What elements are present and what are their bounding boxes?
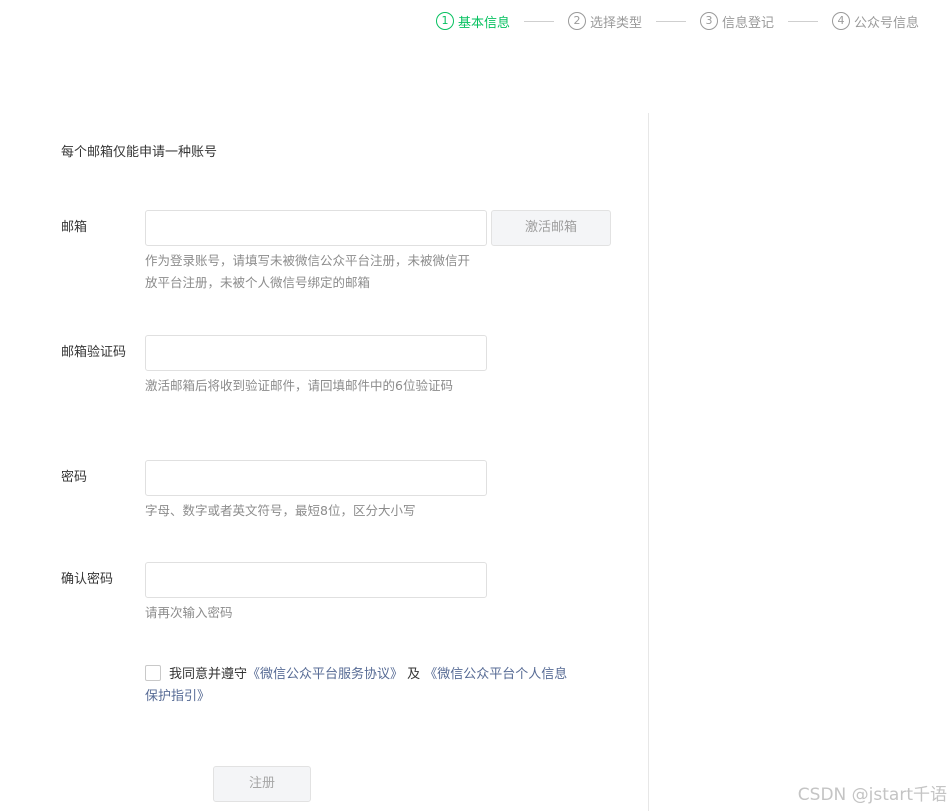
email-label: 邮箱 bbox=[61, 220, 88, 235]
step-label: 公众号信息 bbox=[854, 15, 920, 31]
verification-code-input[interactable] bbox=[145, 335, 487, 371]
register-button[interactable]: 注册 bbox=[213, 766, 311, 802]
step-number: 3 bbox=[700, 12, 719, 30]
step-basic-info: 1 基本信息 bbox=[436, 12, 510, 31]
password-label: 密码 bbox=[61, 470, 88, 485]
agreement-and: 及 bbox=[403, 667, 425, 682]
step-account-info: 4 公众号信息 bbox=[832, 12, 919, 31]
step-select-type: 2 选择类型 bbox=[568, 12, 642, 31]
activate-email-button[interactable]: 激活邮箱 bbox=[491, 210, 611, 246]
step-number: 4 bbox=[832, 12, 851, 30]
email-hint: 作为登录账号，请填写未被微信公众平台注册，未被微信开放平台注册，未被个人微信号绑… bbox=[145, 253, 471, 290]
step-connector bbox=[524, 20, 555, 22]
email-input[interactable] bbox=[145, 210, 487, 246]
confirm-password-label: 确认密码 bbox=[61, 572, 114, 587]
confirm-password-input[interactable] bbox=[145, 562, 487, 598]
agreement-checkbox[interactable] bbox=[145, 665, 161, 681]
step-info-register: 3 信息登记 bbox=[700, 12, 774, 31]
step-indicator: 1 基本信息 2 选择类型 3 信息登记 4 公众号信息 bbox=[436, 10, 919, 32]
step-number: 1 bbox=[436, 12, 454, 30]
code-label: 邮箱验证码 bbox=[61, 345, 127, 360]
agreement: 我同意并遵守《微信公众平台服务协议》 及 《微信公众平台个人信息保护指引》 bbox=[145, 664, 575, 708]
code-hint: 激活邮箱后将收到验证邮件，请回填邮件中的6位验证码 bbox=[145, 378, 453, 393]
step-label: 信息登记 bbox=[722, 15, 775, 31]
password-hint: 字母、数字或者英文符号，最短8位，区分大小写 bbox=[145, 503, 416, 518]
step-connector bbox=[656, 20, 687, 22]
step-number: 2 bbox=[568, 12, 587, 30]
watermark: CSDN @jstart千语 bbox=[797, 785, 947, 805]
confirm-password-hint: 请再次输入密码 bbox=[145, 605, 233, 620]
step-connector bbox=[788, 20, 819, 22]
agreement-prefix: 我同意并遵守 bbox=[169, 667, 248, 682]
step-label: 选择类型 bbox=[590, 15, 643, 31]
register-page: 1 基本信息 2 选择类型 3 信息登记 4 公众号信息 每个邮箱仅能申请一种账… bbox=[0, 0, 952, 811]
account-notice: 每个邮箱仅能申请一种账号 bbox=[61, 145, 218, 160]
password-input[interactable] bbox=[145, 460, 487, 496]
service-agreement-link[interactable]: 《微信公众平台服务协议》 bbox=[247, 667, 403, 682]
vertical-divider bbox=[648, 113, 649, 811]
step-label: 基本信息 bbox=[458, 15, 511, 31]
